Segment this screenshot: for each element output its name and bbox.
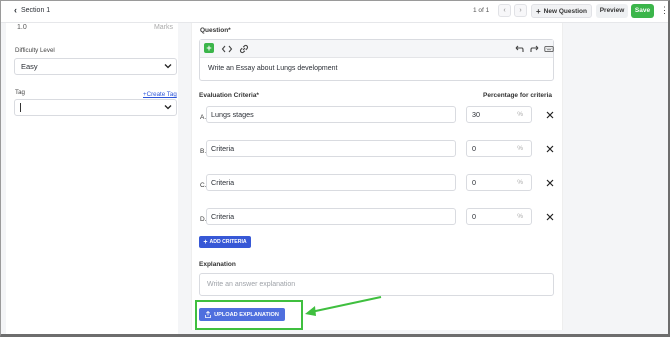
close-icon[interactable] — [546, 213, 554, 221]
close-icon[interactable] — [546, 111, 554, 119]
app-window: ‹ Section 1 1 of 1 ‹ › + New Question Pr… — [0, 0, 670, 337]
criteria-input[interactable]: Criteria — [206, 208, 456, 225]
percentage-label: Percentage for criteria — [483, 92, 553, 99]
percentage-input[interactable]: 30 % — [466, 106, 532, 123]
chevron-down-icon — [164, 64, 172, 69]
right-background — [564, 23, 668, 334]
criteria-row: A. Lungs stages 30 % — [192, 106, 564, 126]
question-label: Question* — [200, 27, 231, 34]
percent-symbol: % — [517, 145, 523, 152]
percentage-value: 0 — [472, 144, 476, 153]
percentage-value: 0 — [472, 178, 476, 187]
previous-question-button[interactable]: ‹ — [498, 4, 511, 17]
marks-unit: Marks — [153, 24, 173, 31]
percent-symbol: % — [517, 179, 523, 186]
new-question-button[interactable]: + New Question — [531, 4, 592, 18]
criteria-row: B. Criteria 0 % — [192, 140, 564, 160]
new-question-label: New Question — [543, 7, 587, 15]
more-options-icon[interactable]: ⋮ — [660, 4, 668, 18]
difficulty-value: Easy — [21, 62, 38, 71]
question-text: Write an Essay about Lungs development — [208, 65, 338, 72]
marks-field[interactable]: 1.0 Marks — [15, 24, 175, 34]
annotation-arrow-icon — [305, 296, 382, 316]
question-settings-sidebar: 1.0 Marks Difficulty Level Easy Tag +Cre… — [6, 23, 178, 334]
percent-symbol: % — [517, 213, 523, 220]
percentage-input[interactable]: 0 % — [466, 140, 532, 157]
percentage-value: 0 — [472, 212, 476, 221]
insert-plus-icon[interactable]: + — [204, 43, 214, 53]
criteria-input[interactable]: Criteria — [206, 174, 456, 191]
chevron-left-icon: ‹ — [503, 7, 506, 14]
highlight-box — [195, 300, 303, 330]
add-criteria-label: ADD CRITERIA — [209, 239, 247, 245]
question-editor[interactable]: + Write an Essay about Lungs development — [199, 39, 554, 81]
chevron-right-icon: › — [519, 7, 522, 14]
code-icon[interactable] — [221, 43, 233, 55]
save-button[interactable]: Save — [631, 4, 654, 18]
close-icon[interactable] — [546, 145, 554, 153]
chevron-down-icon — [164, 105, 172, 110]
percentage-value: 30 — [472, 110, 480, 119]
top-bar: ‹ Section 1 1 of 1 ‹ › + New Question Pr… — [1, 1, 668, 23]
percentage-input[interactable]: 0 % — [466, 174, 532, 191]
link-icon[interactable] — [238, 43, 250, 55]
create-tag-link[interactable]: +Create Tag — [143, 91, 177, 98]
plus-icon: + — [203, 238, 208, 246]
difficulty-label: Difficulty Level — [15, 47, 55, 54]
tag-label: Tag — [15, 89, 25, 96]
explanation-label: Explanation — [199, 261, 236, 268]
chevron-left-icon: ‹ — [14, 5, 17, 15]
add-criteria-button[interactable]: + ADD CRITERIA — [199, 236, 251, 248]
percentage-input[interactable]: 0 % — [466, 208, 532, 225]
undo-icon[interactable] — [513, 43, 525, 55]
preview-button[interactable]: Preview — [596, 4, 628, 18]
marks-value: 1.0 — [17, 24, 27, 31]
difficulty-select[interactable]: Easy — [14, 58, 177, 75]
redo-icon[interactable] — [529, 43, 541, 55]
back-to-section-link[interactable]: ‹ Section 1 — [14, 5, 51, 15]
criteria-input[interactable]: Lungs stages — [206, 106, 456, 123]
criteria-row: C. Criteria 0 % — [192, 174, 564, 194]
percent-symbol: % — [517, 111, 523, 118]
evaluation-criteria-label: Evaluation Criteria* — [199, 92, 259, 99]
pagination-text: 1 of 1 — [473, 7, 490, 14]
criteria-input[interactable]: Criteria — [206, 140, 456, 157]
next-question-button[interactable]: › — [514, 4, 527, 17]
criteria-row: D. Criteria 0 % — [192, 208, 564, 228]
section-title: Section 1 — [21, 6, 51, 14]
plus-icon: + — [535, 6, 541, 16]
text-cursor — [20, 103, 21, 112]
close-icon[interactable] — [546, 179, 554, 187]
tag-select[interactable] — [14, 99, 177, 116]
editor-toolbar: + — [200, 40, 554, 58]
keyboard-icon[interactable] — [544, 43, 554, 55]
question-editor-card: Question* + Write an Essay about Lungs d… — [191, 23, 563, 330]
